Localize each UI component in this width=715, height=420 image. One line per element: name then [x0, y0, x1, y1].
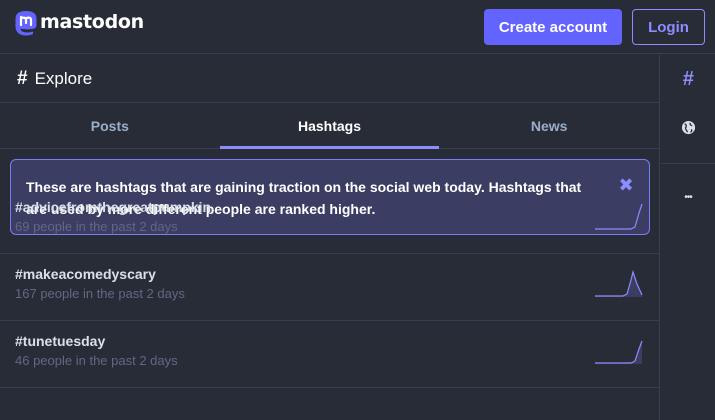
sparkline-chart	[595, 269, 643, 297]
navigation-sidebar: # •••	[661, 55, 715, 420]
hashtag-icon: #	[682, 67, 694, 90]
tab-posts[interactable]: Posts	[0, 103, 220, 148]
hashtag-count: 69	[15, 219, 30, 234]
tab-hashtags[interactable]: Hashtags	[219, 103, 440, 149]
brand-name: mastodon	[40, 11, 144, 33]
hashtag-usage-suffix: people in the past 2 days	[29, 353, 178, 368]
more-icon: •••	[684, 191, 692, 203]
mastodon-logo[interactable]: mastodon	[14, 10, 144, 38]
list-item[interactable]: #tunetuesday 46 people in the past 2 day…	[0, 321, 659, 388]
hashtag-list: #advicefromthegreatpumpkin 69 people in …	[0, 187, 659, 388]
hashtag-name[interactable]: #advicefromthegreatpumpkin	[15, 199, 659, 215]
hashtag-usage: 167 people in the past 2 days	[15, 286, 659, 301]
hashtag-count: 167	[15, 286, 37, 301]
create-account-button[interactable]: Create account	[484, 9, 622, 45]
sidebar-item-federated[interactable]	[661, 107, 715, 147]
sidebar-item-explore[interactable]: #	[661, 59, 715, 99]
hashtag-usage: 46 people in the past 2 days	[15, 353, 659, 368]
list-item[interactable]: #advicefromthegreatpumpkin 69 people in …	[0, 187, 659, 254]
hashtag-icon: #	[17, 67, 28, 89]
top-bar: mastodon Create account Login	[0, 0, 715, 54]
explore-tabs: Posts Hashtags News	[0, 103, 659, 149]
column-header[interactable]: # Explore	[0, 55, 659, 103]
globe-icon	[681, 120, 695, 134]
hashtag-count: 46	[15, 353, 30, 368]
login-button[interactable]: Login	[632, 9, 705, 45]
hashtag-usage-suffix: people in the past 2 days	[36, 286, 185, 301]
hashtag-usage: 69 people in the past 2 days	[15, 219, 659, 234]
sidebar-divider	[661, 163, 715, 164]
sidebar-item-more[interactable]: •••	[661, 177, 715, 217]
tab-news[interactable]: News	[439, 103, 659, 148]
sparkline-chart	[595, 203, 643, 230]
mastodon-logo-icon	[15, 11, 37, 36]
sparkline-chart	[595, 340, 643, 364]
hashtag-name[interactable]: #tunetuesday	[15, 333, 659, 349]
hashtag-name[interactable]: #makeacomedyscary	[15, 266, 659, 282]
list-item[interactable]: #makeacomedyscary 167 people in the past…	[0, 254, 659, 321]
page-title: Explore	[34, 68, 93, 88]
hashtag-usage-suffix: people in the past 2 days	[29, 219, 178, 234]
